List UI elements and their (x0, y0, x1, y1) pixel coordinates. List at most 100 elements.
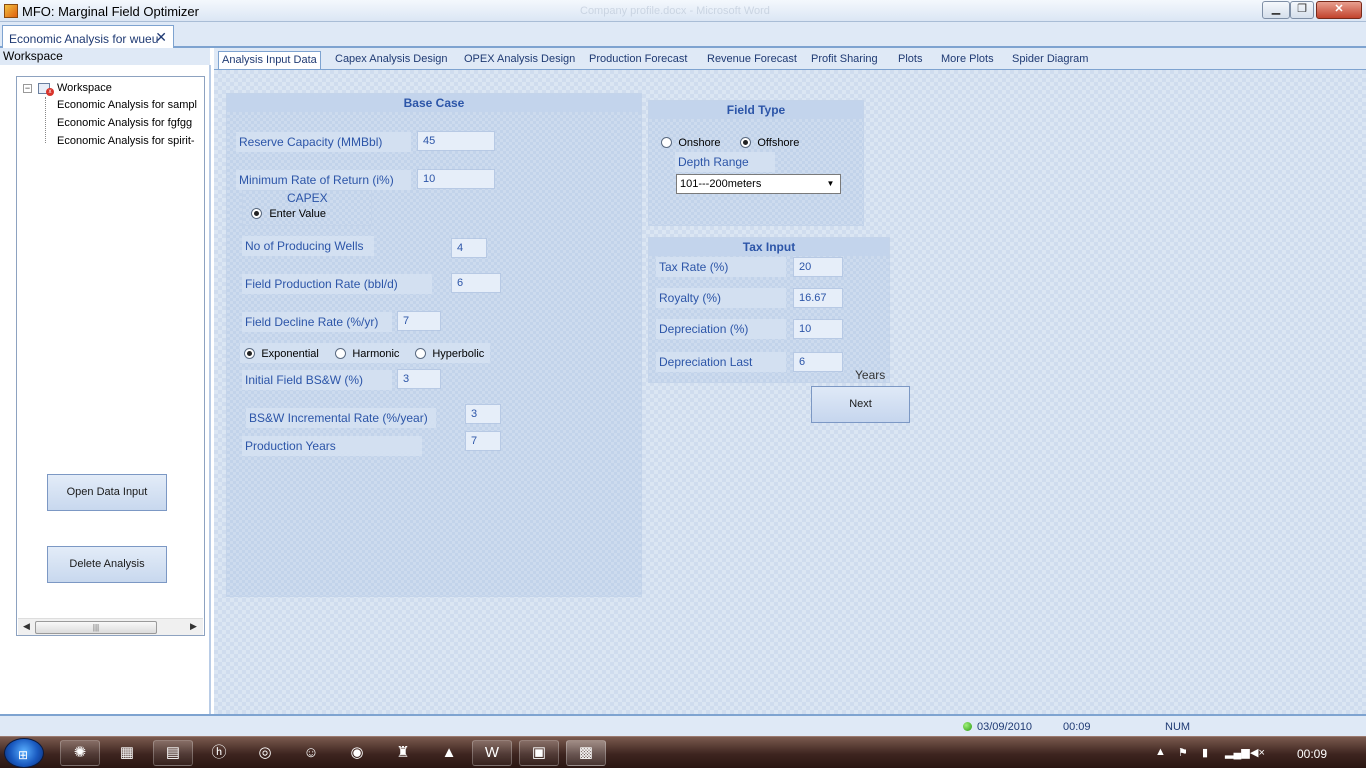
production-years-input[interactable] (465, 431, 501, 451)
close-button[interactable]: ✕ (1316, 1, 1362, 19)
depth-range-select[interactable]: 101---200meters ▼ (676, 174, 841, 194)
hyperbolic-label: Hyperbolic (432, 348, 485, 360)
tax-input-title: Tax Input (649, 238, 889, 256)
depth-range-value: 101---200meters (680, 178, 762, 190)
tree-horizontal-scrollbar[interactable]: ◀ ||| ▶ (18, 618, 203, 635)
tray-expand-icon[interactable]: ▲ (1155, 746, 1166, 758)
close-tab-icon[interactable]: ✕ (155, 29, 167, 46)
next-button[interactable]: Next (811, 386, 910, 423)
tab-more-plots[interactable]: More Plots (941, 53, 994, 65)
bsw-incremental-input[interactable] (465, 404, 501, 424)
document-tab[interactable]: Economic Analysis for wueu ✕ (2, 25, 174, 48)
depreciation-last-input[interactable] (793, 352, 843, 372)
taskbar-messenger-icon[interactable]: ☺ (291, 740, 331, 766)
taskbar-app-icon[interactable]: ✺ (60, 740, 100, 766)
open-data-input-button[interactable]: Open Data Input (47, 474, 167, 511)
taskbar-globe-icon[interactable]: ◎ (245, 740, 285, 766)
taskbar-vlc-icon[interactable]: ▲ (429, 740, 469, 766)
taskbar-app2-icon[interactable]: ♜ (383, 740, 423, 766)
capex-enter-value-option[interactable]: Enter Value (251, 206, 326, 220)
taskbar-network-icon[interactable]: ▦ (107, 740, 147, 766)
status-bar: 03/09/2010 00:09 NUM (0, 714, 1366, 736)
tab-profit-sharing[interactable]: Profit Sharing (811, 53, 878, 65)
taskbar-mfo-icon[interactable]: ▩ (566, 740, 606, 766)
title-bar: MFO: Marginal Field Optimizer Company pr… (0, 0, 1366, 22)
tab-spider-diagram[interactable]: Spider Diagram (1012, 53, 1088, 65)
tab-opex-analysis-design[interactable]: OPEX Analysis Design (464, 53, 575, 65)
workspace-header: Workspace (0, 48, 210, 65)
enter-value-radio[interactable] (251, 208, 262, 220)
scroll-thumb[interactable]: ||| (35, 621, 157, 634)
status-num: NUM (1165, 721, 1191, 733)
scroll-left-icon[interactable]: ◀ (23, 621, 30, 632)
tab-production-forecast[interactable]: Production Forecast (589, 53, 687, 65)
tree-item[interactable]: Economic Analysis for spirit- (57, 135, 195, 147)
field-type-title: Field Type (649, 101, 863, 119)
field-prod-rate-input[interactable] (451, 273, 501, 293)
background-window-title: Company profile.docx - Microsoft Word (580, 5, 770, 17)
harmonic-option[interactable]: Harmonic (335, 346, 399, 360)
taskbar-app3-icon[interactable]: ▣ (519, 740, 559, 766)
onshore-radio[interactable] (661, 137, 672, 149)
start-button[interactable]: ⊞ (4, 738, 44, 768)
harmonic-radio[interactable] (335, 348, 346, 360)
capex-title: CAPEX (287, 191, 328, 205)
maximize-button[interactable]: ❐ (1290, 1, 1314, 19)
onshore-option[interactable]: Onshore (661, 135, 721, 149)
depreciation-input[interactable] (793, 319, 843, 339)
onshore-label: Onshore (678, 137, 721, 149)
tab-revenue-forecast[interactable]: Revenue Forecast (707, 53, 797, 65)
min-rate-return-input[interactable] (417, 169, 495, 189)
delete-analysis-button[interactable]: Delete Analysis (47, 546, 167, 583)
tree-item[interactable]: Economic Analysis for sampl (57, 99, 197, 111)
field-decline-rate-label: Field Decline Rate (%/yr) (242, 312, 392, 332)
bsw-incremental-label: BS&W Incremental Rate (%/year) (246, 408, 436, 428)
producing-wells-label: No of Producing Wells (242, 236, 374, 256)
production-years-label: Production Years (242, 436, 422, 456)
taskbar: ⊞ ✺ ▦ ▤ ⓗ ◎ ☺ ◉ ♜ ▲ W ▣ ▩ ▲ ⚑ ▮ ▂▄▆ ◀× 0… (0, 736, 1366, 768)
exponential-radio[interactable] (244, 348, 255, 360)
field-prod-rate-label: Field Production Rate (bbl/d) (242, 274, 432, 294)
taskbar-word-icon[interactable]: W (472, 740, 512, 766)
years-unit-label: Years (855, 368, 886, 382)
royalty-label: Royalty (%) (656, 288, 786, 308)
window-title: MFO: Marginal Field Optimizer (22, 4, 199, 19)
initial-bsw-label: Initial Field BS&W (%) (242, 370, 392, 390)
tax-rate-input[interactable] (793, 257, 843, 277)
tray-signal-icon[interactable]: ▂▄▆ (1225, 746, 1250, 759)
tab-analysis-input-data[interactable]: Analysis Input Data (218, 51, 321, 69)
initial-bsw-input[interactable] (397, 369, 441, 389)
taskbar-chrome-icon[interactable]: ◉ (337, 740, 377, 766)
reserve-capacity-input[interactable] (417, 131, 495, 151)
hyperbolic-radio[interactable] (415, 348, 426, 360)
app-icon (4, 4, 18, 18)
producing-wells-input[interactable] (451, 238, 487, 258)
taskbar-hp-icon[interactable]: ⓗ (199, 740, 239, 766)
taskbar-explorer-icon[interactable]: ▤ (153, 740, 193, 766)
scroll-right-icon[interactable]: ▶ (190, 621, 197, 632)
tree-item[interactable]: Economic Analysis for fgfgg (57, 117, 192, 129)
collapse-icon[interactable]: − (23, 84, 32, 93)
minimize-button[interactable]: ▁ (1262, 1, 1290, 19)
harmonic-label: Harmonic (352, 348, 400, 360)
offshore-radio[interactable] (740, 137, 751, 149)
field-decline-rate-input[interactable] (397, 311, 441, 331)
tray-volume-icon[interactable]: ◀× (1250, 746, 1265, 759)
reserve-capacity-label: Reserve Capacity (MMBbl) (236, 132, 411, 152)
error-badge-icon: x (46, 88, 54, 96)
tree-root-label[interactable]: Workspace (57, 82, 112, 94)
offshore-option[interactable]: Offshore (740, 135, 799, 149)
tray-device-icon[interactable]: ▮ (1202, 746, 1208, 759)
taskbar-clock[interactable]: 00:09 (1297, 747, 1327, 761)
exponential-option[interactable]: Exponential (244, 346, 319, 360)
status-time: 00:09 (1063, 721, 1091, 733)
tray-flag-icon[interactable]: ⚑ (1178, 746, 1188, 759)
royalty-input[interactable] (793, 288, 843, 308)
status-indicator-icon (963, 722, 972, 731)
windows-logo-icon: ⊞ (18, 748, 29, 762)
hyperbolic-option[interactable]: Hyperbolic (415, 346, 484, 360)
tab-plots[interactable]: Plots (898, 53, 922, 65)
chevron-down-icon[interactable]: ▼ (823, 176, 838, 192)
depreciation-last-label: Depreciation Last (656, 352, 786, 372)
tab-capex-analysis-design[interactable]: Capex Analysis Design (335, 53, 448, 65)
